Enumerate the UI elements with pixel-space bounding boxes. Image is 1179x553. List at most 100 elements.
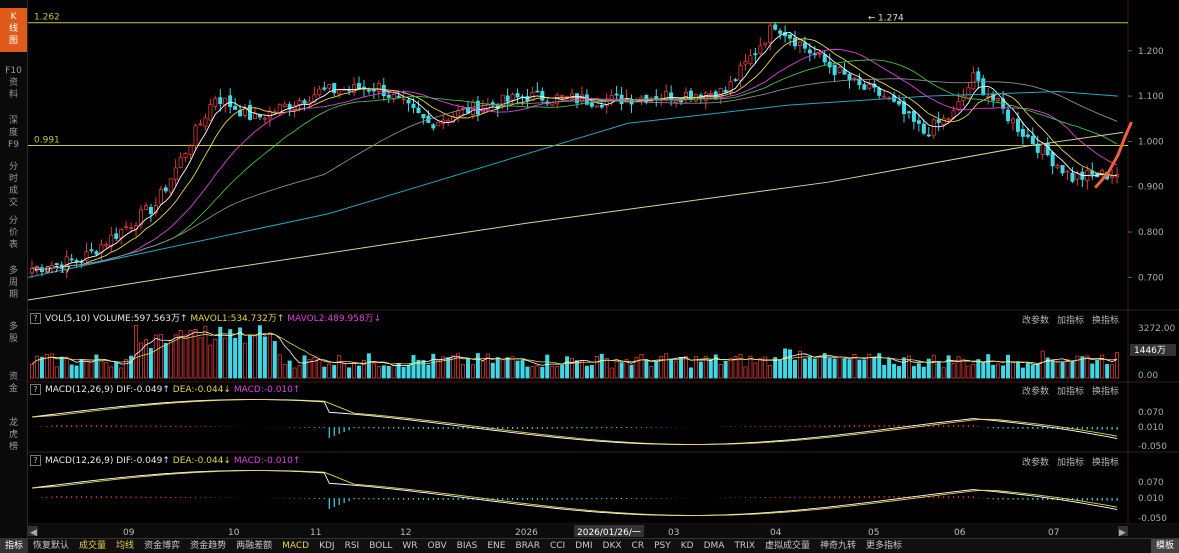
candle-body xyxy=(421,113,426,119)
volume-bar xyxy=(34,355,39,379)
tab-24[interactable]: 虚拟成交量 xyxy=(760,539,815,553)
tab-13[interactable]: BIAS xyxy=(452,539,483,553)
tab-3[interactable]: 均线 xyxy=(111,539,139,553)
add-indicator-button[interactable]: 加指标 xyxy=(1057,387,1084,397)
help-icon[interactable]: ? xyxy=(30,455,41,466)
macd1-macd-value: MACD:-0.010↑ xyxy=(233,385,301,395)
volume-bar xyxy=(277,354,282,379)
tab-18[interactable]: DKX xyxy=(598,539,627,553)
add-indicator-button[interactable]: 加指标 xyxy=(1057,458,1084,468)
tab-14[interactable]: ENE xyxy=(482,539,510,553)
volume-bar xyxy=(322,366,327,379)
tab-15[interactable]: BRAR xyxy=(510,539,544,553)
sidebar-item-5[interactable]: 多 周 期 xyxy=(0,262,27,310)
volume-bar xyxy=(832,358,837,379)
x-axis-label-1: 10 xyxy=(228,528,240,538)
low-arrow: ← xyxy=(34,266,42,276)
tab-11[interactable]: WR xyxy=(397,539,422,553)
candle-body xyxy=(1030,136,1035,145)
volume-bar xyxy=(247,334,252,379)
volume-bar xyxy=(119,367,124,379)
candle-body xyxy=(852,77,857,80)
tab-22[interactable]: DMA xyxy=(699,539,730,553)
volume-bar xyxy=(996,363,1001,379)
volume-bar xyxy=(262,336,267,379)
volume-bar xyxy=(1025,362,1030,379)
volume-bar xyxy=(134,325,139,379)
change-params-button[interactable]: 改参数 xyxy=(1022,458,1049,468)
tab-6[interactable]: 两融差额 xyxy=(231,539,277,553)
candle-body xyxy=(188,145,193,155)
switch-indicator-button[interactable]: 换指标 xyxy=(1092,387,1119,397)
candle-body xyxy=(386,94,391,98)
tab-23[interactable]: TRIX xyxy=(729,539,760,553)
candle-body xyxy=(867,83,872,89)
candle-body xyxy=(971,72,976,90)
switch-indicator-button[interactable]: 换指标 xyxy=(1092,458,1119,468)
sidebar-item-8[interactable]: 龙 虎 榜 xyxy=(0,414,27,454)
tab-4[interactable]: 资金博弈 xyxy=(139,539,185,553)
candle-body xyxy=(540,91,545,101)
volume-bar xyxy=(441,356,446,379)
macd1-indicator-name[interactable]: MACD(12,26,9) xyxy=(45,385,113,395)
sidebar-item-0[interactable]: K 线 图 xyxy=(0,8,27,52)
tab-12[interactable]: OBV xyxy=(423,539,452,553)
help-icon[interactable]: ? xyxy=(30,384,41,395)
sidebar-item-3[interactable]: 分 时 成 交 xyxy=(0,158,27,208)
candle-body xyxy=(936,119,941,123)
candle-body xyxy=(916,120,921,124)
tab-5[interactable]: 资金趋势 xyxy=(185,539,231,553)
switch-indicator-button[interactable]: 换指标 xyxy=(1092,316,1119,326)
sidebar-item-2[interactable]: 深 度 F9 xyxy=(0,112,27,152)
sidebar-item-6[interactable]: 多 股 xyxy=(0,318,27,348)
volume-bar xyxy=(342,363,347,379)
tab-20[interactable]: PSY xyxy=(649,539,676,553)
volume-bar xyxy=(381,365,386,379)
candle-body xyxy=(743,61,748,65)
candle-body xyxy=(931,119,936,137)
chart-area[interactable]: 1.200 1.100 1.000 0.900 0.800 0.700 1.262 0.991… xyxy=(27,0,1179,538)
vol-indicator-name[interactable]: VOL(5,10) xyxy=(45,314,90,324)
sidebar-item-7[interactable]: 资 金 xyxy=(0,368,27,398)
candle-body xyxy=(1070,172,1075,182)
volume-bar xyxy=(614,360,619,379)
change-params-button[interactable]: 改参数 xyxy=(1022,316,1049,326)
volume-bar xyxy=(976,359,981,379)
macd2-indicator-name[interactable]: MACD(12,26,9) xyxy=(45,456,113,466)
volume-bar xyxy=(1001,365,1006,379)
tab-26[interactable]: 更多指标 xyxy=(861,539,907,553)
volume-bar xyxy=(892,363,897,379)
tab-10[interactable]: BOLL xyxy=(364,539,397,553)
tab-17[interactable]: DMI xyxy=(570,539,597,553)
help-icon[interactable]: ? xyxy=(30,313,41,324)
tab-25[interactable]: 神奇九转 xyxy=(815,539,861,553)
tab-16[interactable]: CCI xyxy=(545,539,570,553)
tab-27[interactable]: 模板 xyxy=(1150,539,1179,553)
tab-9[interactable]: RSI xyxy=(340,539,365,553)
volume-bar xyxy=(723,360,728,379)
tab-7[interactable]: MACD xyxy=(277,539,314,553)
tab-2[interactable]: 成交量 xyxy=(74,539,111,553)
tab-8[interactable]: KDJ xyxy=(314,539,340,553)
volume-bar xyxy=(406,364,411,379)
tab-21[interactable]: KD xyxy=(676,539,699,553)
volume-bar xyxy=(679,357,684,379)
volume-bar xyxy=(1080,356,1085,379)
volume-bar xyxy=(376,366,381,379)
sidebar-item-4[interactable]: 分 价 表 xyxy=(0,212,27,252)
add-indicator-button[interactable]: 加指标 xyxy=(1057,316,1084,326)
volume-bar xyxy=(475,353,480,379)
volume-bar xyxy=(223,337,228,379)
tab-19[interactable]: CR xyxy=(627,539,650,553)
tab-1[interactable]: 恢复默认 xyxy=(28,539,74,553)
volume-bar xyxy=(520,360,525,379)
x-axis-label-2: 11 xyxy=(310,528,321,538)
volume-bar xyxy=(510,356,515,379)
volume-bar xyxy=(84,359,89,379)
tab-0[interactable]: 指标 xyxy=(0,539,29,553)
sidebar-item-1[interactable]: F10 资 料 xyxy=(0,62,27,102)
volume-bar xyxy=(931,354,936,379)
change-params-button[interactable]: 改参数 xyxy=(1022,387,1049,397)
candle-body xyxy=(337,90,342,95)
volume-bar xyxy=(916,363,921,379)
